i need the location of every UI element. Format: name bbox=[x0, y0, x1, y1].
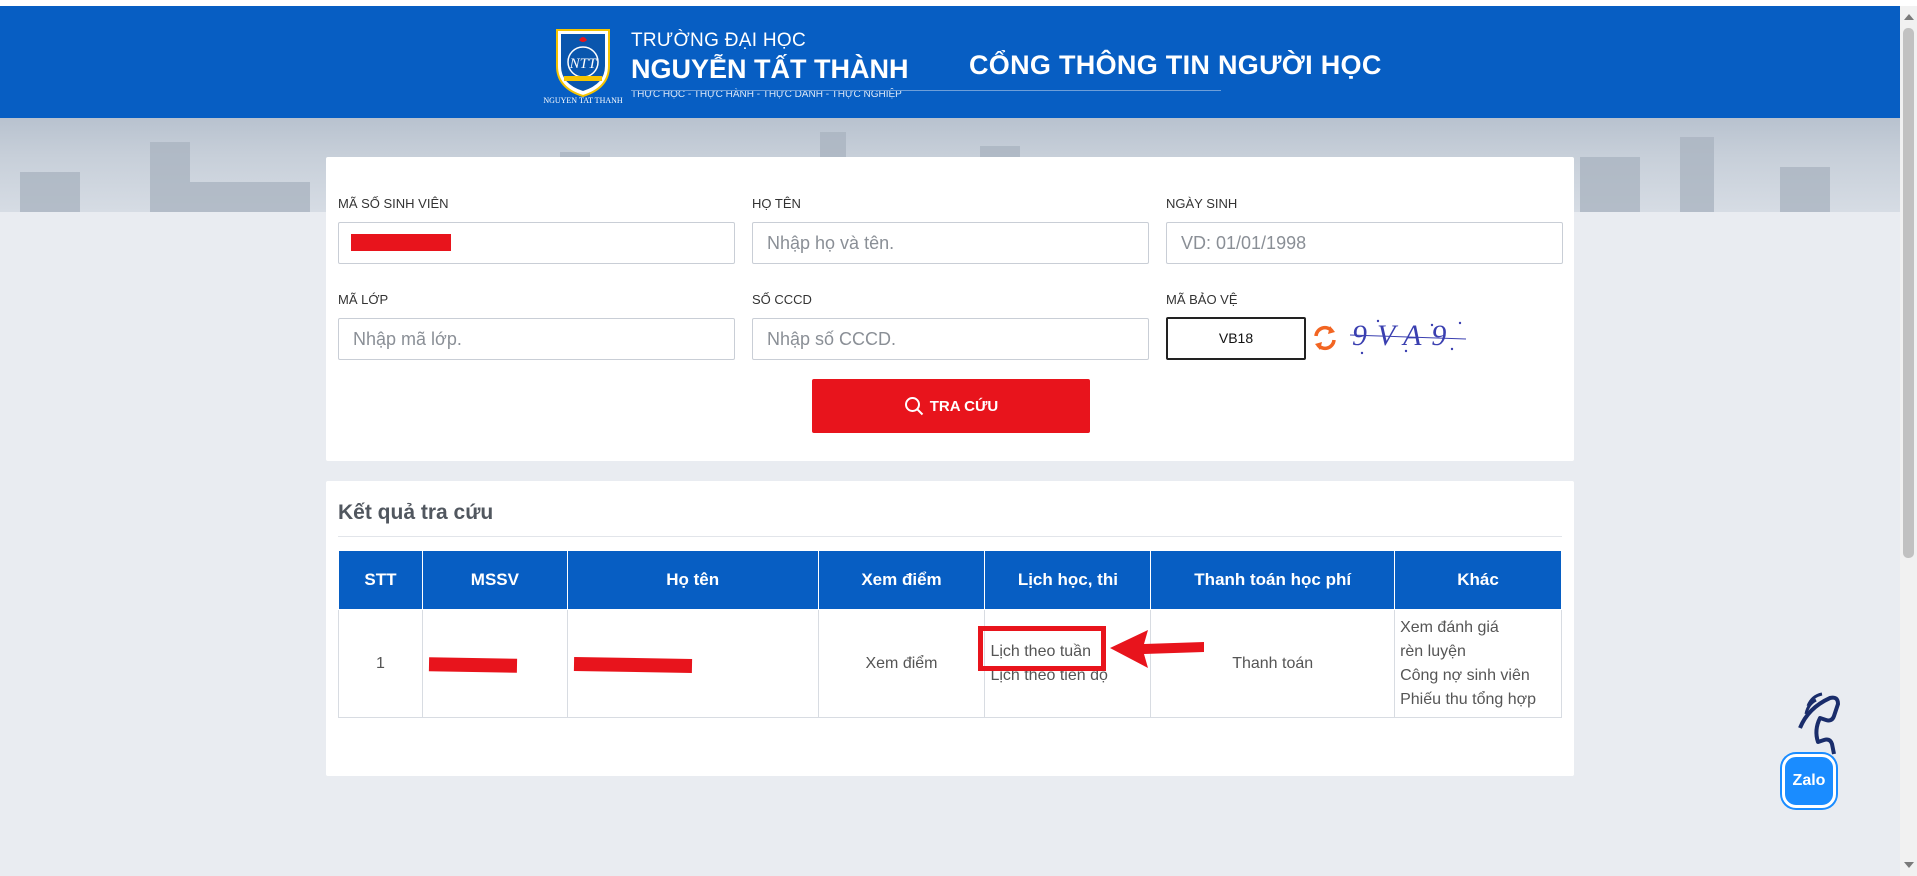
redacted-student-id bbox=[351, 234, 451, 251]
column-header-name: Họ tên bbox=[566, 550, 819, 610]
search-form-card: MÃ SỐ SINH VIÊN HỌ TÊN Nhập họ và tên. N… bbox=[326, 157, 1574, 461]
search-icon bbox=[904, 397, 923, 416]
column-header-mssv: MSSV bbox=[421, 550, 568, 610]
university-line2: NGUYỄN TẤT THÀNH bbox=[631, 54, 909, 84]
captcha-label: MÃ BẢO VỆ bbox=[1166, 292, 1238, 307]
search-button-label: TRA CỨU bbox=[929, 397, 999, 415]
search-button[interactable]: TRA CỨU bbox=[812, 379, 1090, 433]
row-stt: 1 bbox=[338, 609, 423, 718]
captcha-image: 9VA9 bbox=[1348, 313, 1468, 357]
full-name-label: HỌ TÊN bbox=[752, 196, 801, 211]
conduct-evaluation-link-line1[interactable]: Xem đánh giá bbox=[1400, 616, 1561, 640]
scrollbar-thumb[interactable] bbox=[1903, 28, 1914, 558]
citizen-id-label: SỐ CCCD bbox=[752, 292, 812, 307]
table-header-row: STT MSSV Họ tên Xem điểm Lịch học, thi T… bbox=[338, 550, 1562, 610]
student-id-field[interactable] bbox=[338, 222, 735, 264]
results-divider bbox=[338, 536, 1562, 537]
zalo-label: Zalo bbox=[1792, 772, 1826, 789]
receipt-summary-link[interactable]: Phiếu thu tổng hợp bbox=[1400, 688, 1561, 712]
other-cell: Xem đánh giá rèn luyện Công nợ sinh viên… bbox=[1394, 609, 1562, 718]
column-header-grades: Xem điểm bbox=[817, 550, 986, 610]
birth-date-field[interactable]: VD: 01/01/1998 bbox=[1166, 222, 1563, 264]
view-grades-link[interactable]: Xem điểm bbox=[817, 609, 986, 718]
column-header-tuition: Thanh toán học phí bbox=[1150, 550, 1396, 610]
university-logo[interactable]: NTT NGUYEN TAT THANH bbox=[540, 26, 626, 106]
student-id-label: MÃ SỐ SINH VIÊN bbox=[338, 196, 449, 211]
logo-caption: NGUYEN TAT THANH bbox=[543, 96, 623, 105]
results-title: Kết quả tra cứu bbox=[338, 501, 494, 524]
row-name bbox=[566, 609, 819, 718]
header-divider bbox=[631, 90, 1221, 91]
results-card: Kết quả tra cứu STT MSSV Họ tên Xem điểm… bbox=[326, 481, 1574, 776]
refresh-captcha-icon[interactable] bbox=[1310, 323, 1340, 353]
conduct-evaluation-link-line2[interactable]: rèn luyện bbox=[1400, 640, 1561, 664]
scroll-down-arrow-icon[interactable] bbox=[1904, 862, 1914, 868]
university-line1: TRƯỜNG ĐẠI HỌC bbox=[631, 30, 806, 51]
site-header: NTT NGUYEN TAT THANH TRƯỜNG ĐẠI HỌC NGUY… bbox=[0, 6, 1917, 118]
column-header-schedule: Lịch học, thi bbox=[984, 550, 1152, 610]
shield-logo-icon: NTT bbox=[556, 29, 610, 98]
column-header-other: Khác bbox=[1394, 550, 1562, 610]
redacted-mssv bbox=[428, 657, 518, 673]
student-debt-link[interactable]: Công nợ sinh viên bbox=[1400, 664, 1561, 688]
full-name-field[interactable]: Nhập họ và tên. bbox=[752, 222, 1149, 264]
zalo-icon: Zalo bbox=[1782, 754, 1836, 808]
scroll-up-arrow-icon[interactable] bbox=[1904, 14, 1914, 20]
column-header-stt: STT bbox=[338, 550, 423, 610]
zalo-chat-button[interactable]: Zalo bbox=[1778, 690, 1878, 820]
class-code-field[interactable]: Nhập mã lớp. bbox=[338, 318, 735, 360]
svg-text:NTT: NTT bbox=[569, 56, 598, 72]
annotation-arrow-icon bbox=[1110, 630, 1204, 668]
birth-date-label: NGÀY SINH bbox=[1166, 196, 1238, 211]
portal-title: CỔNG THÔNG TIN NGƯỜI HỌC bbox=[969, 50, 1382, 80]
results-table: STT MSSV Họ tên Xem điểm Lịch học, thi T… bbox=[338, 550, 1562, 718]
captcha-input[interactable]: VB18 bbox=[1166, 317, 1306, 360]
citizen-id-field[interactable]: Nhập số CCCD. bbox=[752, 318, 1149, 360]
row-mssv bbox=[421, 609, 568, 718]
redacted-name bbox=[573, 656, 692, 674]
vertical-scrollbar[interactable] bbox=[1900, 6, 1917, 876]
class-code-label: MÃ LỚP bbox=[338, 292, 389, 307]
annotation-highlight-box bbox=[978, 626, 1106, 671]
table-row: 1 Xem điểm Lịch theo tuần Lịch theo tiến… bbox=[338, 609, 1562, 718]
